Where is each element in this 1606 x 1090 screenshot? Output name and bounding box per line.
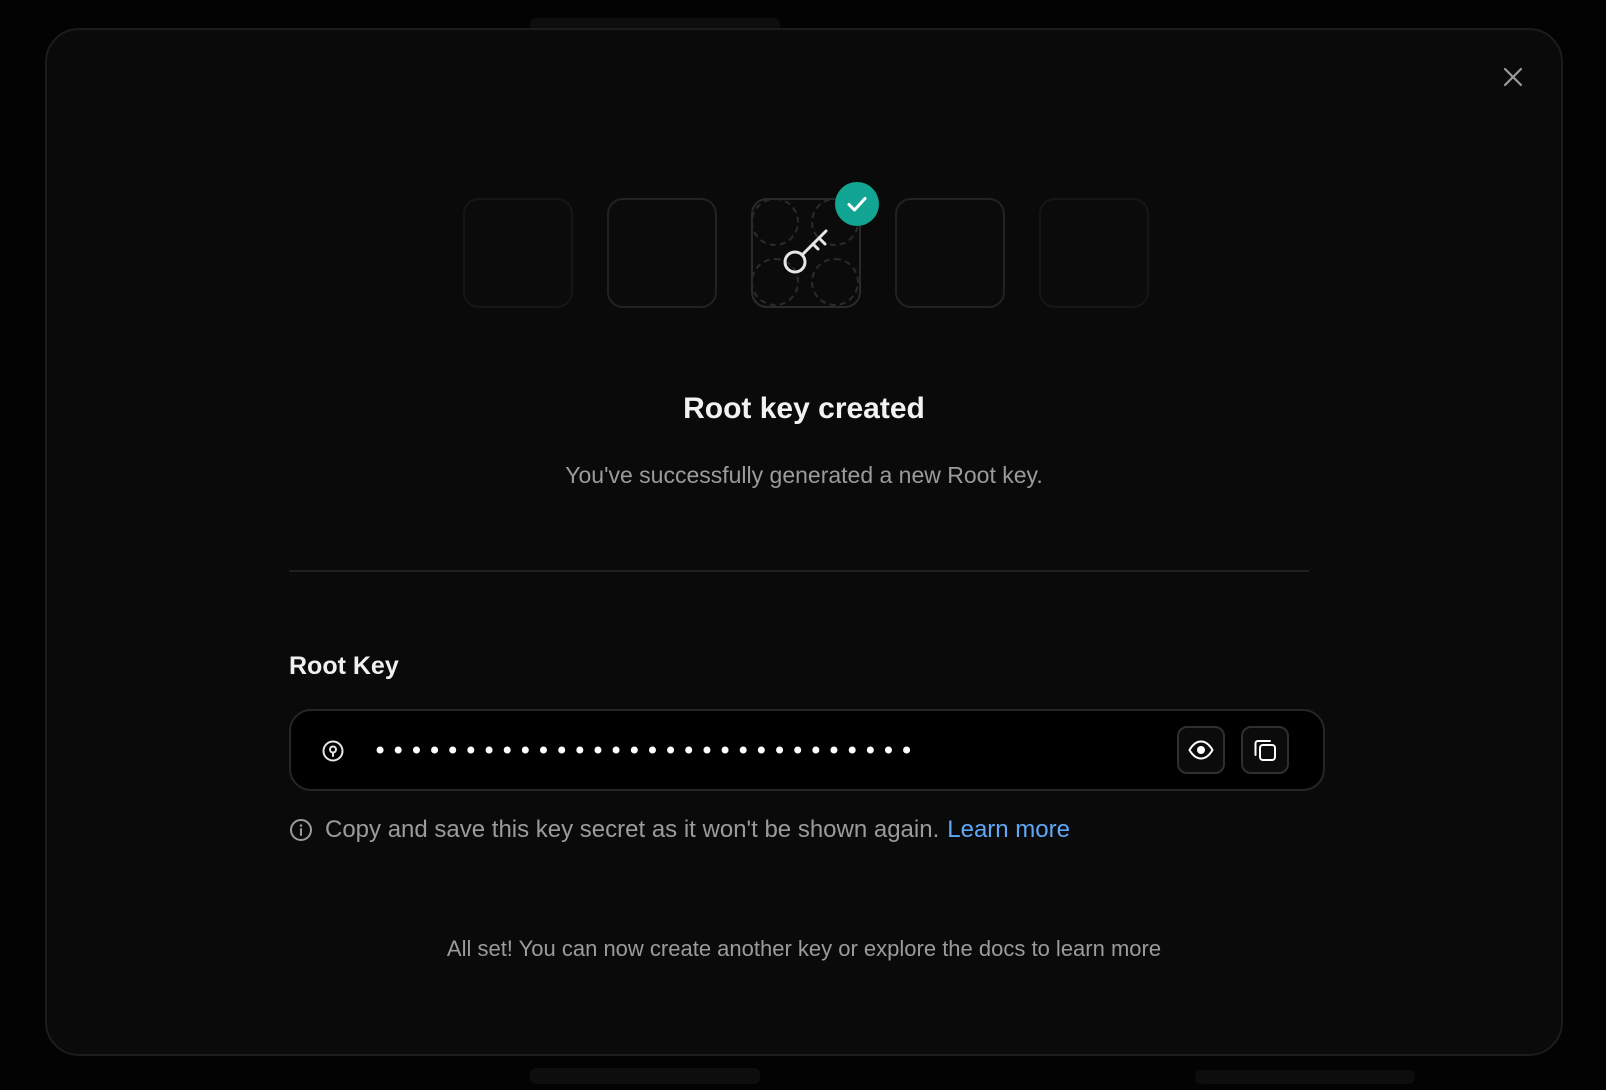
key-pin-icon (322, 740, 344, 762)
dialog-subtitle: You've successfully generated a new Root… (565, 462, 1043, 488)
decorative-tile (607, 198, 717, 308)
copy-warning: Copy and save this key secret as it won'… (289, 814, 1070, 846)
root-key-label: Root Key (289, 652, 399, 680)
eye-icon (1188, 740, 1214, 760)
root-key-created-dialog: Root key created You've successfully gen… (45, 28, 1563, 1056)
learn-more-link[interactable]: Learn more (947, 816, 1070, 844)
copy-warning-text: Copy and save this key secret as it won'… (325, 816, 940, 843)
background-placeholder (1195, 1070, 1415, 1084)
root-key-value[interactable]: •••••••••••••••••••••••••••••• (373, 731, 918, 771)
close-button[interactable] (1493, 57, 1533, 97)
success-badge (835, 182, 879, 226)
reveal-key-button[interactable] (1177, 726, 1225, 774)
root-key-field: •••••••••••••••••••••••••••••• (289, 709, 1325, 791)
close-icon (1503, 67, 1523, 87)
background-placeholder (530, 1068, 760, 1084)
copy-key-button[interactable] (1241, 726, 1289, 774)
decorative-tile (1039, 198, 1149, 308)
decorative-tile (463, 198, 573, 308)
check-icon (847, 197, 867, 212)
dialog-title: Root key created (683, 392, 925, 425)
decorative-tile (895, 198, 1005, 308)
info-icon (290, 819, 312, 841)
divider (289, 570, 1309, 572)
copy-icon (1254, 740, 1276, 761)
footer-message: All set! You can now create another key … (446, 936, 1162, 961)
